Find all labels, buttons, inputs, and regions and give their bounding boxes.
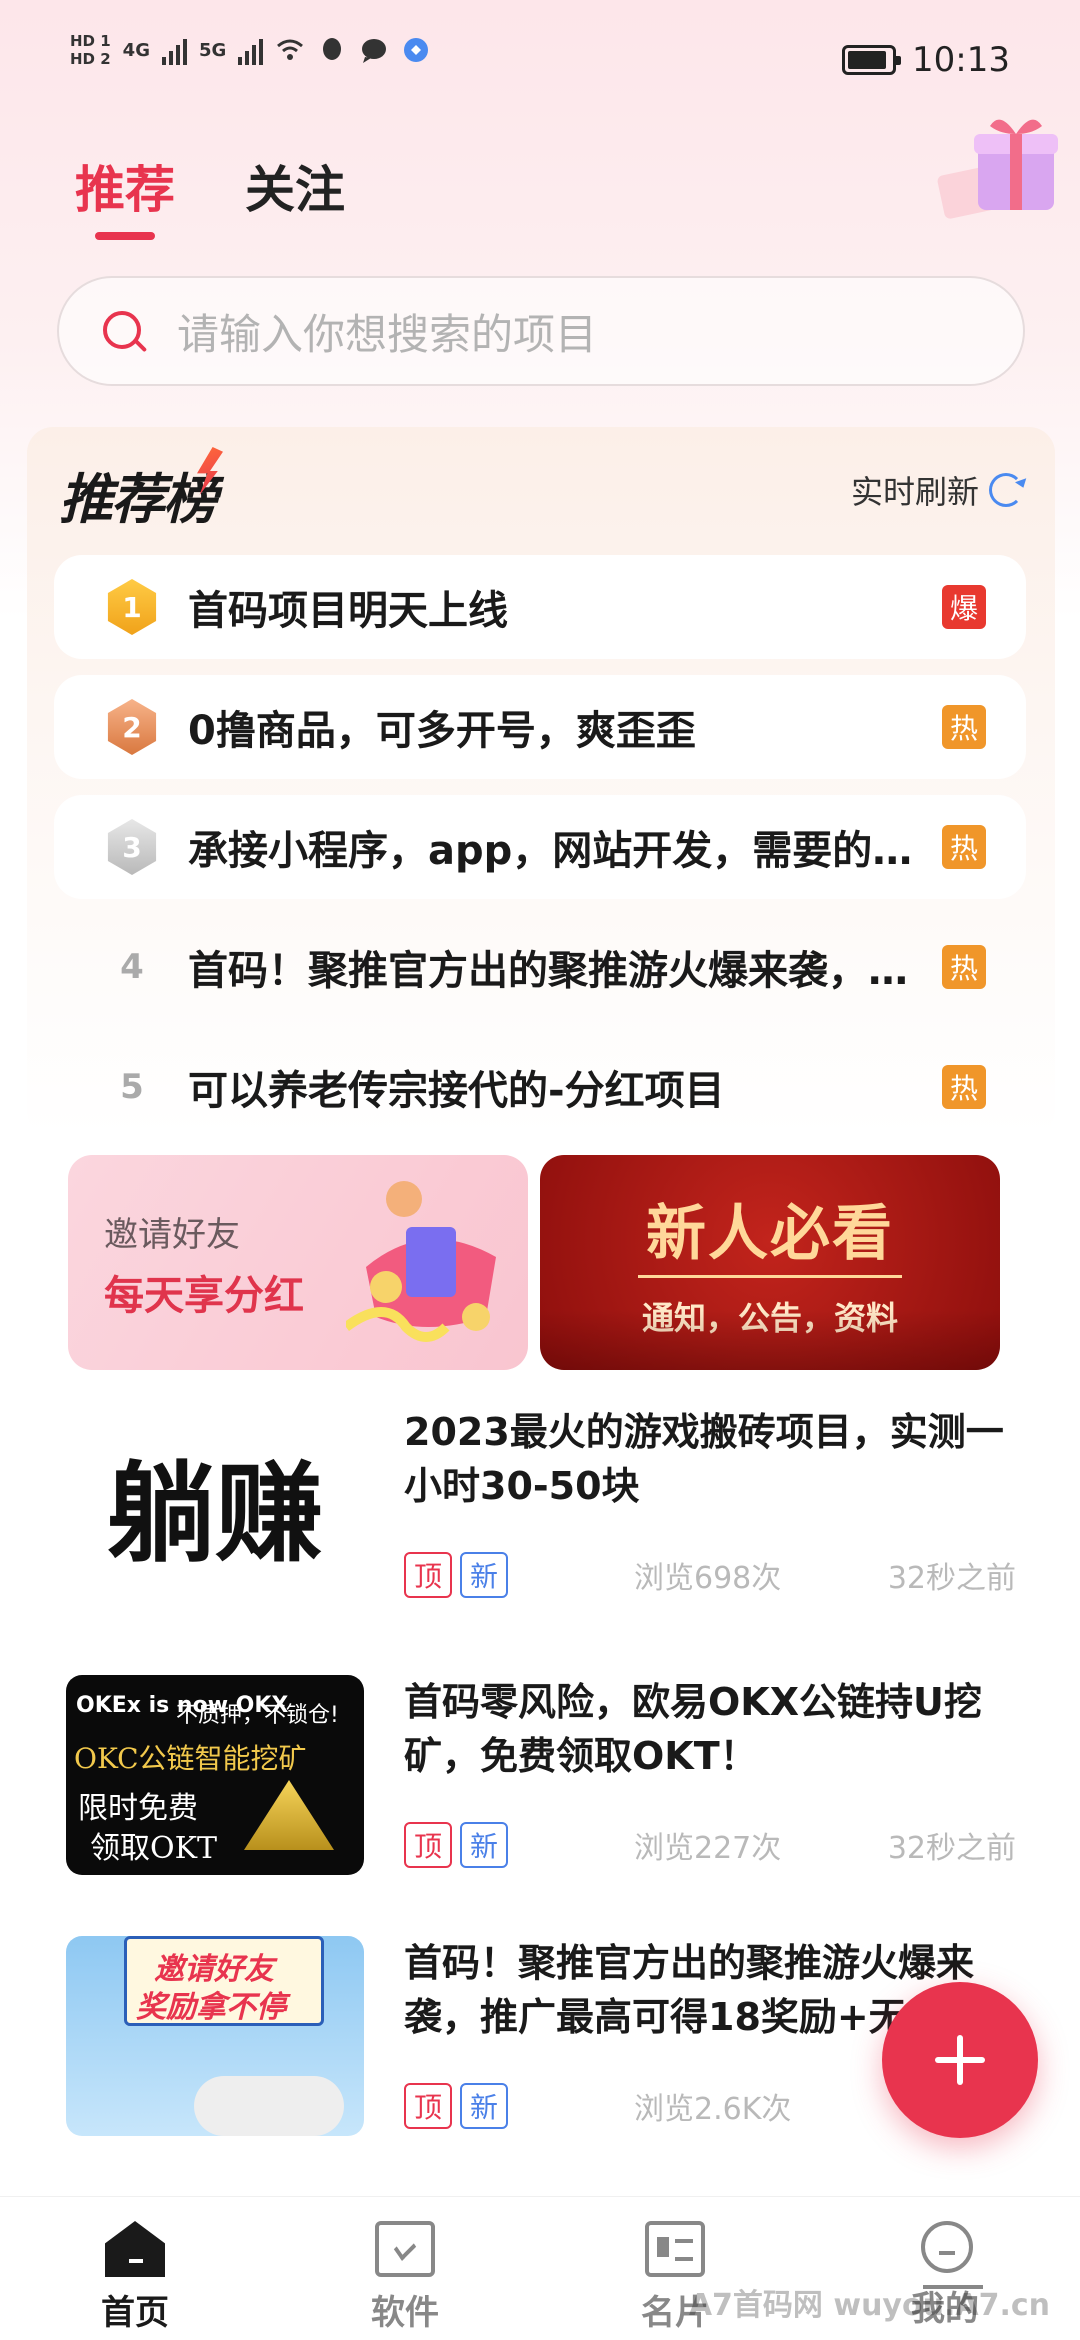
rank-medal-gold-icon: 1	[107, 579, 157, 635]
game-controller-icon	[194, 2076, 344, 2136]
nav-label: 首页	[101, 2293, 169, 2333]
rank-item-5[interactable]: 5 可以养老传宗接代的-分红项目 热	[54, 1035, 1026, 1139]
rank-item-3[interactable]: 3 承接小程序，app，网站开发，需要的… 热	[54, 795, 1026, 899]
rank-tag-hot: 爆	[942, 585, 986, 629]
thumb-text: 限时免费	[78, 1791, 198, 1826]
watermark: A7首码网 wuyou.A7.cn	[688, 2288, 1050, 2323]
feed-thumbnail: OKEx is now OKX 不质押，不锁仓! OKC公链智能挖矿 限时免费 …	[66, 1675, 364, 1875]
nav-home[interactable]: 首页	[0, 2197, 270, 2340]
profile-icon	[921, 2221, 983, 2289]
feed-item[interactable]: OKEx is now OKX 不质押，不锁仓! OKC公链智能挖矿 限时免费 …	[66, 1675, 1016, 1875]
view-count: 浏览227次	[634, 1831, 782, 1866]
rank-tag-hot: 热	[942, 705, 986, 749]
hd1-label: HD 1	[70, 32, 111, 50]
city-skyline-decoration	[540, 1310, 1000, 1370]
tag-top: 顶	[404, 1822, 453, 1868]
feed-tabs: 推荐 关注	[75, 150, 345, 240]
rank-tag-hot: 热	[942, 1065, 986, 1109]
clock: 10:13	[912, 40, 1010, 80]
business-card-icon	[645, 2221, 705, 2277]
banner-subtitle: 邀请好友	[104, 1215, 240, 1255]
search-icon	[99, 307, 147, 355]
gift-box-icon[interactable]	[930, 110, 1070, 230]
rank-tag-hot: 热	[942, 825, 986, 869]
gold-pile-icon	[244, 1780, 334, 1850]
feed-title: 2023最火的游戏搬砖项目，实测一小时30-50块	[404, 1410, 1004, 1508]
feed-meta: 顶 新 浏览698次 32秒之前	[404, 1550, 1016, 1600]
tag-new: 新	[460, 2083, 509, 2129]
search-placeholder: 请输入你想搜索的项目	[177, 309, 598, 359]
thumb-text: OKC公链智能挖矿	[74, 1742, 307, 1775]
signal-icon	[161, 35, 187, 65]
rank-medal-bronze-icon: 2	[107, 699, 157, 755]
rank-item-text: 首码项目明天上线	[188, 588, 508, 634]
status-right: 10:13	[842, 40, 1010, 80]
tag-new: 新	[460, 1822, 509, 1868]
view-count: 浏览698次	[634, 1561, 782, 1596]
battery-icon	[842, 45, 902, 75]
treasure-box-icon	[346, 1181, 496, 1342]
software-box-icon	[375, 2221, 435, 2277]
invite-friends-banner[interactable]: 邀请好友 每天享分红	[68, 1155, 528, 1370]
newcomer-banner[interactable]: 新人必看 通知，公告，资料	[540, 1155, 1000, 1370]
rank-item-text: 首码！聚推官方出的聚推游火爆来袭，…	[188, 948, 908, 994]
rank-item-text: 0撸商品，可多开号，爽歪歪	[188, 708, 696, 754]
rank-item-2[interactable]: 2 0撸商品，可多开号，爽歪歪 热	[54, 675, 1026, 779]
rank-item-text: 承接小程序，app，网站开发，需要的…	[188, 828, 913, 874]
feed-item[interactable]: 邀请好友 奖励拿不停 首码！聚推官方出的聚推游火爆来袭，推广最高可得18奖励+无…	[66, 1936, 1016, 2136]
ranking-panel: 推荐榜 实时刷新 1 首码项目明天上线 爆 2 0撸商品，可多开号，爽歪歪 热 …	[27, 427, 1055, 1137]
tag-top: 顶	[404, 2083, 453, 2129]
hd2-label: HD 2	[70, 50, 111, 68]
rank-number: 4	[120, 947, 144, 987]
thumb-text: 奖励拿不停	[136, 1990, 286, 2025]
feed-meta: 顶 新 浏览227次 32秒之前	[404, 1820, 1016, 1870]
qq-icon	[323, 38, 342, 60]
rank-item-4[interactable]: 4 首码！聚推官方出的聚推游火爆来袭，… 热	[54, 915, 1026, 1019]
wifi-icon	[277, 39, 304, 60]
feed-item[interactable]: 躺赚 2023最火的游戏搬砖项目，实测一小时30-50块 顶 新 浏览698次 …	[66, 1405, 1016, 1605]
feed-thumbnail: 邀请好友 奖励拿不停	[66, 1936, 364, 2136]
signal-icon-2	[238, 35, 264, 65]
feed-title: 首码零风险，欧易OKX公链持U挖矿，免费领取OKT！	[404, 1680, 982, 1778]
tab-follow[interactable]: 关注	[245, 150, 345, 222]
refresh-button[interactable]: 实时刷新	[851, 467, 1023, 513]
nav-software[interactable]: 软件	[270, 2197, 540, 2340]
refresh-icon	[989, 473, 1023, 507]
network-5g-label: 5G	[198, 39, 227, 61]
post-time: 32秒之前	[887, 1561, 1016, 1596]
post-time: 32秒之前	[887, 1831, 1016, 1866]
rank-tag-hot: 热	[942, 945, 986, 989]
status-bar: HD 1 HD 2 4G 5G 10:13	[0, 0, 1080, 120]
home-icon	[105, 2221, 165, 2277]
hd-indicator: HD 1 HD 2	[70, 32, 111, 68]
thumb-text: 不质押，不锁仓!	[176, 1703, 339, 1728]
ranking-title-text: 推荐榜	[59, 468, 217, 531]
nav-label: 软件	[371, 2293, 439, 2333]
rank-number: 5	[120, 1067, 144, 1107]
feed-thumbnail: 躺赚	[66, 1405, 364, 1605]
refresh-label: 实时刷新	[850, 473, 979, 511]
rank-item-1[interactable]: 1 首码项目明天上线 爆	[54, 555, 1026, 659]
tag-top: 顶	[404, 1552, 453, 1598]
ranking-title: 推荐榜	[59, 447, 223, 534]
message-icon	[362, 39, 387, 63]
view-count: 浏览2.6K次	[634, 2092, 792, 2127]
thumb-text: 领取OKT	[90, 1831, 218, 1866]
banner-title: 新人必看	[646, 1199, 894, 1269]
status-left: HD 1 HD 2 4G 5G	[70, 32, 431, 68]
app-notification-icon	[404, 38, 429, 62]
add-post-button[interactable]	[882, 1982, 1038, 2138]
rank-medal-silver-icon: 3	[107, 819, 157, 875]
search-bar[interactable]: 请输入你想搜索的项目	[57, 276, 1025, 386]
network-4g-label: 4G	[122, 39, 150, 61]
tag-new: 新	[460, 1552, 509, 1598]
banner-title: 每天享分红	[104, 1273, 304, 1319]
banner-divider	[638, 1275, 902, 1278]
tab-recommend[interactable]: 推荐	[75, 150, 175, 240]
rank-item-text: 可以养老传宗接代的-分红项目	[188, 1068, 725, 1114]
